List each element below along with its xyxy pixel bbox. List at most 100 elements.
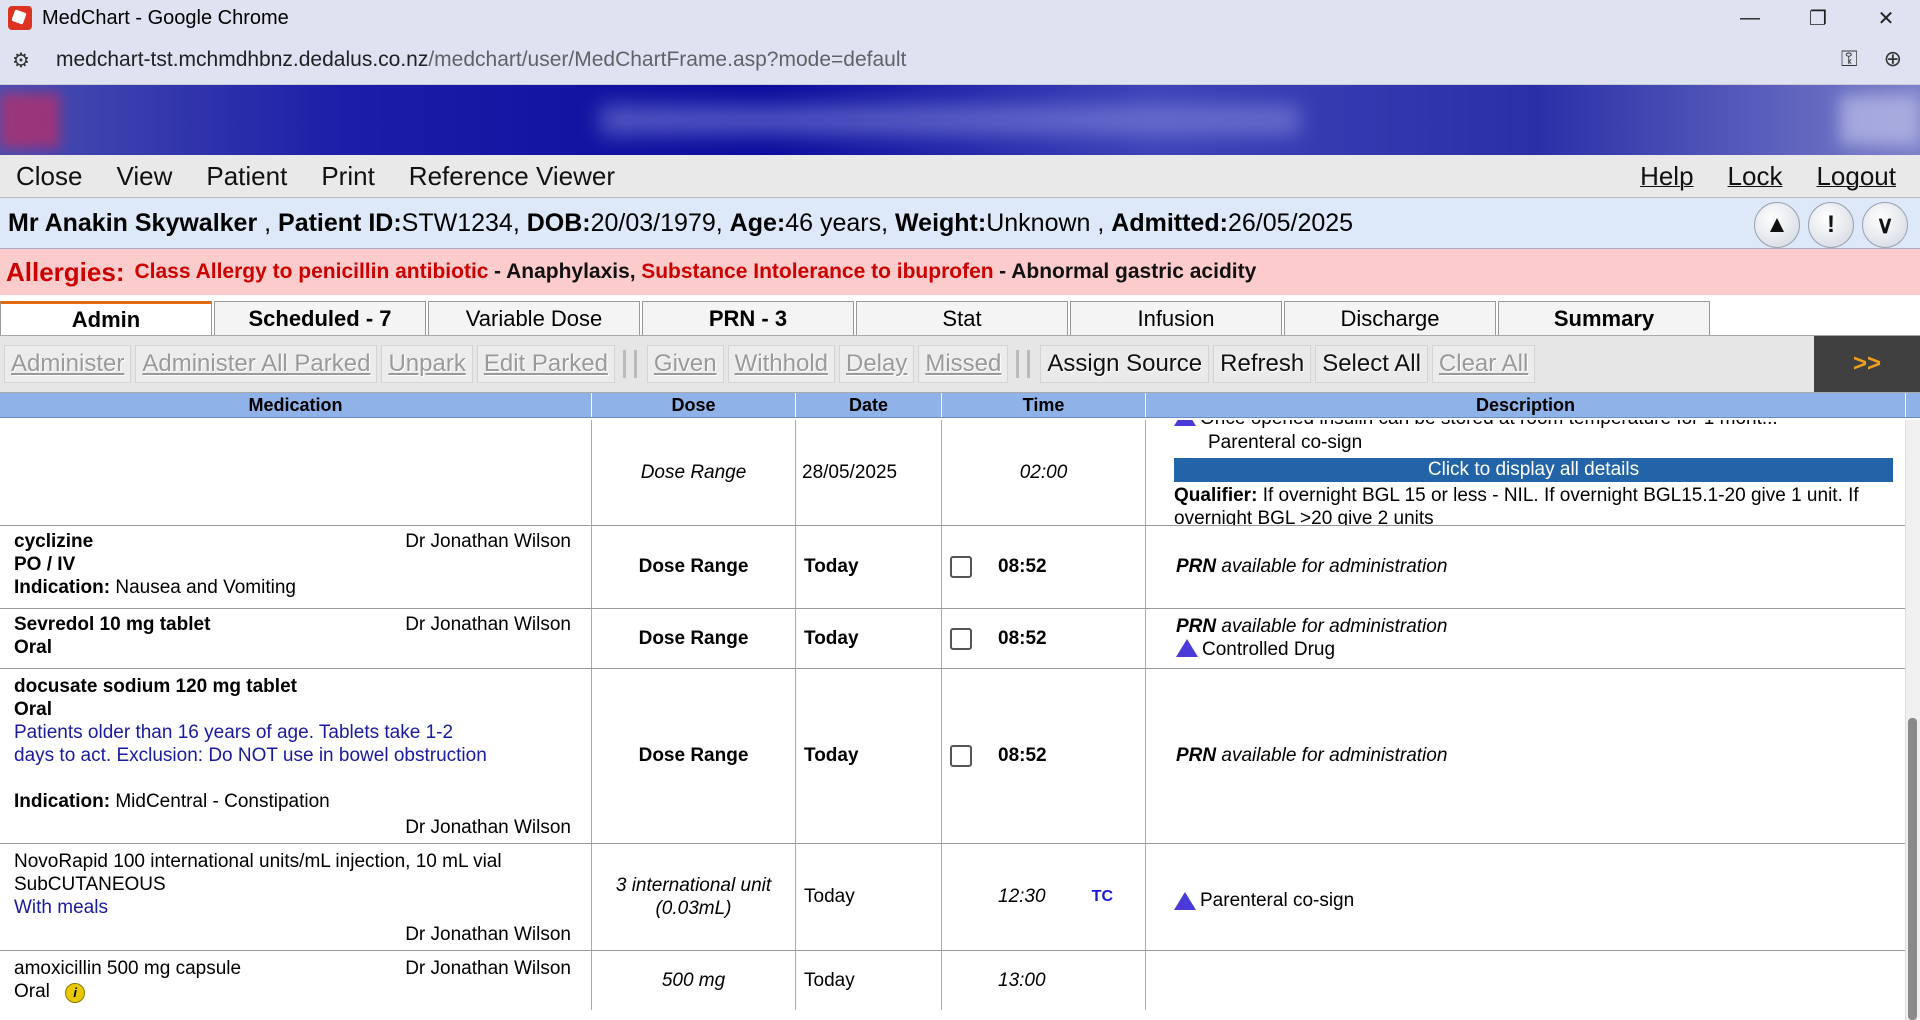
medication-name: docusate sodium 120 mg tablet bbox=[14, 676, 297, 697]
delay-button[interactable]: Delay bbox=[839, 345, 915, 383]
menu-lock[interactable]: Lock bbox=[1728, 161, 1783, 192]
medication-name: NovoRapid 100 international units/mL inj… bbox=[14, 851, 502, 872]
prn-label: PRN bbox=[1176, 556, 1217, 577]
display-all-details-button[interactable]: Click to display all details bbox=[1174, 458, 1893, 482]
menu-help[interactable]: Help bbox=[1640, 161, 1693, 192]
tab-scheduled[interactable]: Scheduled - 7 bbox=[214, 301, 426, 335]
dose-amount: 3 international unit bbox=[615, 875, 772, 896]
qualifier-label: Qualifier: bbox=[1174, 485, 1258, 506]
date-cell: 28/05/2025 bbox=[796, 420, 942, 525]
tab-prn[interactable]: PRN - 3 bbox=[642, 301, 854, 335]
header-time[interactable]: Time bbox=[942, 393, 1146, 417]
url-field[interactable]: medchart-tst.mchmdhbnz.dedalus.co.nz/med… bbox=[56, 48, 906, 72]
tab-summary[interactable]: Summary bbox=[1498, 301, 1710, 335]
patient-details: Mr Anakin Skywalker , Patient ID:STW1234… bbox=[8, 208, 1354, 237]
close-window-button[interactable]: ✕ bbox=[1852, 0, 1920, 36]
medchart-app-icon bbox=[8, 6, 32, 30]
description-cell: PRN available for administration bbox=[1146, 669, 1906, 843]
time-cell: 02:00 bbox=[942, 420, 1146, 525]
menu-view[interactable]: View bbox=[116, 161, 172, 192]
patient-id: STW1234 bbox=[401, 208, 513, 237]
alert-icon[interactable]: ! bbox=[1808, 202, 1854, 248]
allergy-penicillin-reaction: - Anaphylaxis, bbox=[494, 260, 636, 283]
select-checkbox[interactable] bbox=[950, 556, 972, 578]
info-icon[interactable]: i bbox=[65, 983, 86, 1003]
select-checkbox[interactable] bbox=[950, 745, 972, 767]
medication-grid-header: Medication Dose Date Time Description bbox=[0, 393, 1920, 418]
table-row[interactable]: cyclizine Dr Jonathan Wilson PO / IV Ind… bbox=[0, 526, 1906, 609]
table-row[interactable]: docusate sodium 120 mg tablet Oral Patie… bbox=[0, 669, 1906, 844]
menu-print[interactable]: Print bbox=[321, 161, 374, 192]
prescriber: Dr Jonathan Wilson bbox=[405, 817, 571, 838]
prescriber: Dr Jonathan Wilson bbox=[405, 614, 571, 635]
administer-button[interactable]: Administer bbox=[4, 345, 132, 383]
dose-volume: (0.03mL) bbox=[655, 898, 732, 919]
medication-cell: Sevredol 10 mg tablet Dr Jonathan Wilson… bbox=[0, 609, 592, 668]
menu-patient[interactable]: Patient bbox=[206, 161, 287, 192]
restore-button[interactable]: ❐ bbox=[1784, 0, 1852, 36]
assign-source-button[interactable]: Assign Source bbox=[1040, 345, 1210, 383]
menu-reference-viewer[interactable]: Reference Viewer bbox=[409, 161, 615, 192]
prn-status: available for administration bbox=[1221, 616, 1448, 637]
refresh-button[interactable]: Refresh bbox=[1213, 345, 1312, 383]
unpark-button[interactable]: Unpark bbox=[381, 345, 473, 383]
table-row[interactable]: Dose Range 28/05/2025 02:00 Once opened … bbox=[0, 420, 1906, 526]
header-dose[interactable]: Dose bbox=[592, 393, 796, 417]
time-cell: 08:52 bbox=[942, 609, 1146, 668]
allergies-title: Allergies: bbox=[6, 256, 125, 287]
menu-bar: Close View Patient Print Reference Viewe… bbox=[0, 155, 1920, 198]
allergy-penicillin: Class Allergy to penicillin antibiotic bbox=[134, 260, 489, 283]
toolbar-separator bbox=[622, 350, 637, 378]
medication-grid: Dose Range 28/05/2025 02:00 Once opened … bbox=[0, 420, 1906, 1010]
url-path: /medchart/user/MedChartFrame.asp?mode=de… bbox=[428, 48, 907, 71]
more-toolbar-button[interactable]: >> bbox=[1814, 336, 1920, 392]
date-cell: Today bbox=[796, 951, 942, 1010]
date-cell: Today bbox=[796, 844, 942, 950]
tab-admin[interactable]: Admin bbox=[0, 301, 212, 335]
header-date[interactable]: Date bbox=[796, 393, 942, 417]
indication-text: MidCentral - Constipation bbox=[115, 791, 330, 812]
toolbar-separator bbox=[1016, 350, 1031, 378]
password-key-icon[interactable]: ⚿ bbox=[1841, 46, 1858, 72]
allergy-ibuprofen-reaction: - Abnormal gastric acidity bbox=[999, 260, 1257, 283]
given-button[interactable]: Given bbox=[646, 345, 724, 383]
site-settings-icon[interactable]: ⚙ bbox=[12, 48, 42, 73]
patient-weight: Unknown bbox=[986, 208, 1091, 237]
header-description[interactable]: Description bbox=[1146, 393, 1906, 417]
select-checkbox[interactable] bbox=[950, 627, 972, 650]
warning-triangle-icon bbox=[1174, 892, 1196, 910]
scrollbar-thumb[interactable] bbox=[1908, 718, 1917, 1020]
controlled-drug-text: Controlled Drug bbox=[1202, 639, 1336, 660]
tab-infusion[interactable]: Infusion bbox=[1070, 301, 1282, 335]
clear-all-button[interactable]: Clear All bbox=[1431, 345, 1536, 383]
tab-discharge[interactable]: Discharge bbox=[1284, 301, 1496, 335]
edit-parked-button[interactable]: Edit Parked bbox=[476, 345, 615, 383]
withhold-button[interactable]: Withhold bbox=[727, 345, 835, 383]
tab-variable-dose[interactable]: Variable Dose bbox=[428, 301, 640, 335]
indication-text: Nausea and Vomiting bbox=[115, 577, 296, 598]
minimize-button[interactable]: — bbox=[1716, 0, 1784, 36]
menu-close[interactable]: Close bbox=[16, 161, 82, 192]
tab-stat[interactable]: Stat bbox=[856, 301, 1068, 335]
time-cell: 13:00 bbox=[942, 951, 1146, 1010]
warning-triangle-icon bbox=[1174, 420, 1196, 426]
bell-icon[interactable]: ▲ bbox=[1754, 202, 1800, 248]
medication-note: days to act. Exclusion: Do NOT use in bo… bbox=[14, 745, 487, 766]
time-cell: 08:52 bbox=[942, 669, 1146, 843]
table-row[interactable]: Sevredol 10 mg tablet Dr Jonathan Wilson… bbox=[0, 609, 1906, 669]
expand-down-icon[interactable]: ∨ bbox=[1862, 202, 1908, 248]
tc-link[interactable]: TC bbox=[1092, 888, 1113, 906]
missed-button[interactable]: Missed bbox=[918, 345, 1009, 383]
table-row[interactable]: amoxicillin 500 mg capsule Dr Jonathan W… bbox=[0, 951, 1906, 1010]
menu-logout[interactable]: Logout bbox=[1816, 161, 1896, 192]
administer-all-parked-button[interactable]: Administer All Parked bbox=[135, 345, 378, 383]
table-row[interactable]: NovoRapid 100 international units/mL inj… bbox=[0, 844, 1906, 951]
zoom-icon[interactable]: ⊕ bbox=[1884, 46, 1902, 72]
grid-scrollbar[interactable] bbox=[1905, 420, 1920, 1020]
window-title: MedChart - Google Chrome bbox=[42, 6, 289, 29]
medication-note: Patients older than 16 years of age. Tab… bbox=[14, 722, 454, 743]
medication-cell: docusate sodium 120 mg tablet Oral Patie… bbox=[0, 669, 592, 843]
dose-cell: 500 mg bbox=[592, 951, 796, 1010]
header-medication[interactable]: Medication bbox=[0, 393, 592, 417]
select-all-button[interactable]: Select All bbox=[1315, 345, 1428, 383]
